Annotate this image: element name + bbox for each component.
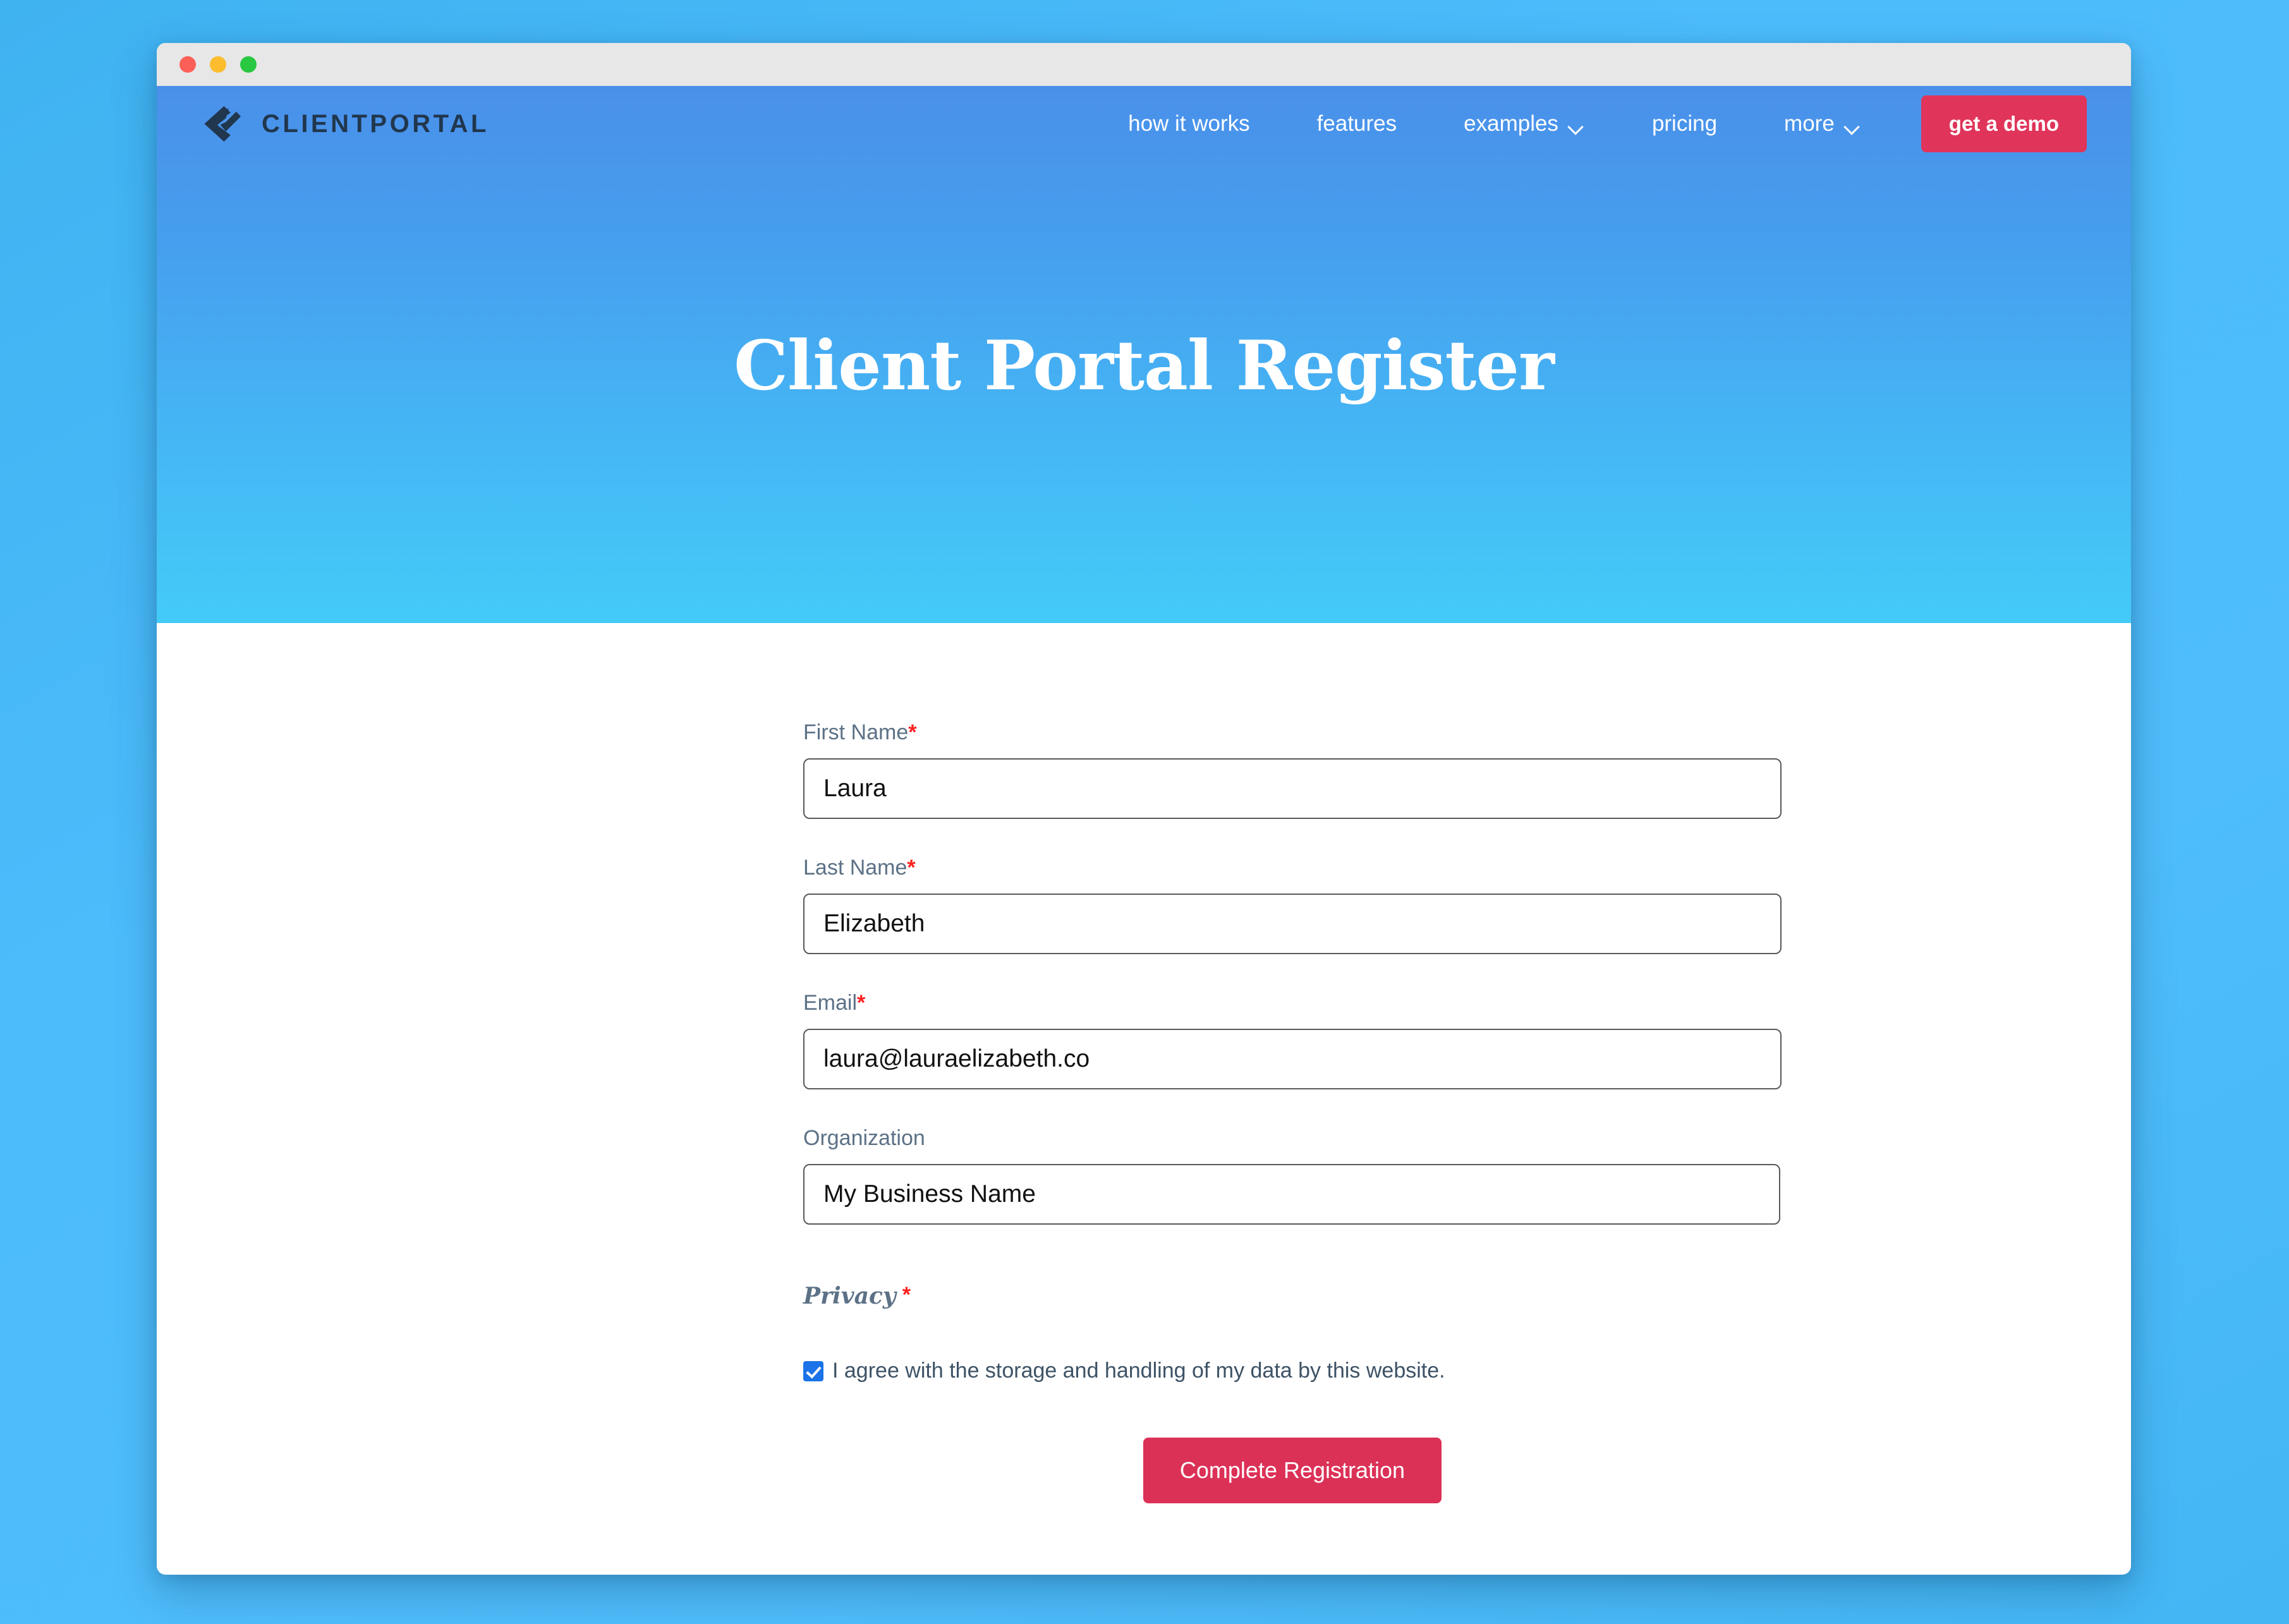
- get-a-demo-button[interactable]: get a demo: [1921, 95, 2087, 152]
- minimize-window-button[interactable]: [210, 56, 226, 73]
- browser-window: CLIENTPORTAL how it works features examp…: [157, 43, 2131, 1575]
- field-first-name: First Name*: [803, 720, 1783, 819]
- required-marker: *: [907, 856, 916, 880]
- nav-links: how it works features examples pricing m…: [1095, 95, 2087, 152]
- label-text: Organization: [803, 1126, 925, 1150]
- email-label: Email*: [803, 991, 1783, 1015]
- complete-registration-button[interactable]: Complete Registration: [1143, 1438, 1442, 1503]
- brand-name: CLIENTPORTAL: [262, 109, 489, 138]
- nav-item-label: how it works: [1128, 111, 1250, 136]
- field-organization: Organization: [803, 1126, 1783, 1225]
- label-text: First Name: [803, 720, 909, 744]
- field-last-name: Last Name*: [803, 856, 1783, 954]
- privacy-heading: Privacy *: [803, 1283, 1783, 1309]
- required-marker: *: [902, 1283, 911, 1307]
- chevron-down-icon: [1845, 121, 1861, 131]
- page-title: Client Portal Register: [734, 326, 1555, 406]
- nav-item-features[interactable]: features: [1284, 111, 1430, 136]
- required-marker: *: [857, 991, 866, 1015]
- privacy-consent-label: I agree with the storage and handling of…: [832, 1359, 1445, 1383]
- nav-item-label: pricing: [1651, 111, 1718, 136]
- label-text: Email: [803, 991, 858, 1015]
- label-text: Last Name: [803, 856, 908, 880]
- privacy-heading-text: Privacy: [803, 1283, 896, 1309]
- nav-item-label: examples: [1464, 111, 1558, 136]
- organization-input[interactable]: [803, 1164, 1780, 1225]
- organization-label: Organization: [803, 1126, 1783, 1151]
- nav-item-how-it-works[interactable]: how it works: [1095, 111, 1284, 136]
- nav-item-examples[interactable]: examples: [1430, 111, 1618, 136]
- privacy-consent-row: I agree with the storage and handling of…: [803, 1359, 1783, 1383]
- last-name-label: Last Name*: [803, 856, 1783, 880]
- nav-item-more[interactable]: more: [1751, 111, 1895, 136]
- nav-item-pricing[interactable]: pricing: [1618, 111, 1751, 136]
- required-marker: *: [908, 720, 917, 744]
- hero-section: CLIENTPORTAL how it works features examp…: [157, 86, 2131, 623]
- brand-logo[interactable]: CLIENTPORTAL: [200, 100, 489, 147]
- close-window-button[interactable]: [179, 56, 196, 73]
- nav-item-label: features: [1316, 111, 1397, 136]
- site-navbar: CLIENTPORTAL how it works features examp…: [157, 86, 2131, 162]
- chevron-down-icon: [1569, 121, 1585, 131]
- browser-titlebar: [157, 43, 2131, 86]
- clientportal-checkmark-logo-icon: [200, 100, 246, 147]
- submit-row: Complete Registration: [803, 1438, 1782, 1503]
- first-name-label: First Name*: [803, 720, 1783, 745]
- traffic-lights: [179, 56, 257, 73]
- registration-form: First Name* Last Name* Email* Organizati…: [803, 720, 1783, 1503]
- nav-item-label: more: [1784, 111, 1835, 136]
- maximize-window-button[interactable]: [240, 56, 257, 73]
- field-email: Email*: [803, 991, 1783, 1089]
- first-name-input[interactable]: [803, 758, 1782, 819]
- email-input[interactable]: [803, 1029, 1782, 1089]
- privacy-consent-checkbox[interactable]: [803, 1360, 823, 1381]
- last-name-input[interactable]: [803, 894, 1782, 954]
- registration-content: First Name* Last Name* Email* Organizati…: [157, 623, 2131, 1503]
